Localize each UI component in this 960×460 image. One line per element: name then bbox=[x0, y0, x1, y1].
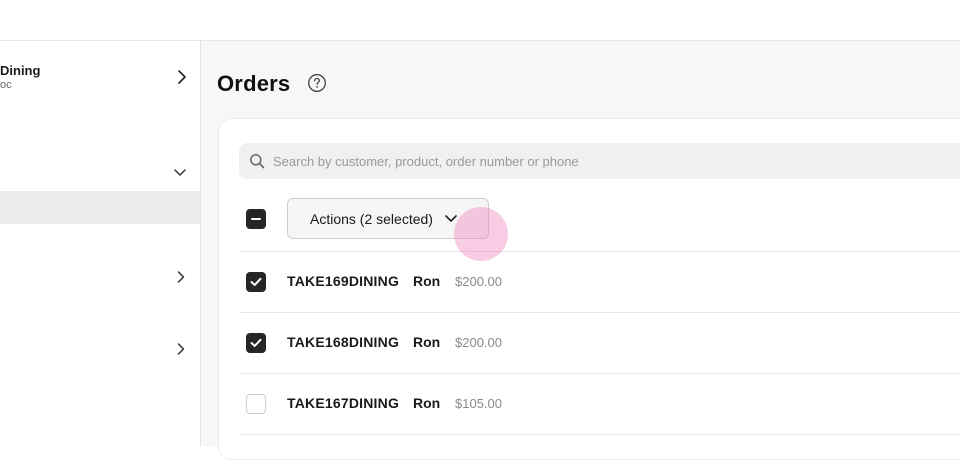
customer-name: Ron bbox=[413, 395, 441, 411]
customer-name: Ron bbox=[413, 334, 441, 350]
actions-label: Actions (2 selected) bbox=[310, 210, 433, 227]
orders-card: Actions (2 selected) TAKE169DINING Ron $… bbox=[218, 118, 960, 460]
customer-name: Ron bbox=[413, 273, 441, 289]
check-icon bbox=[250, 338, 262, 348]
select-all-checkbox[interactable] bbox=[246, 209, 266, 229]
order-amount: $200.00 bbox=[455, 335, 502, 350]
order-row[interactable]: TAKE167DINING Ron $105.00 bbox=[239, 374, 960, 434]
order-number[interactable]: TAKE169DINING bbox=[287, 273, 399, 289]
row-checkbox[interactable] bbox=[246, 333, 266, 353]
top-bar bbox=[0, 0, 960, 41]
sidebar-item-orders[interactable] bbox=[0, 191, 200, 224]
order-amount: $200.00 bbox=[455, 274, 502, 289]
chevron-down-icon bbox=[445, 214, 457, 223]
chevron-down-icon[interactable] bbox=[170, 163, 190, 183]
sidebar: Dining oc bbox=[0, 41, 201, 446]
order-amount: $105.00 bbox=[455, 396, 502, 411]
row-checkbox[interactable] bbox=[246, 272, 266, 292]
divider bbox=[239, 434, 960, 435]
search-input[interactable] bbox=[273, 143, 873, 179]
chevron-right-icon[interactable] bbox=[171, 267, 191, 287]
page-title: Orders bbox=[217, 71, 291, 96]
store-name: Dining bbox=[0, 63, 41, 78]
main-content: Orders Actions (2 selected) bbox=[201, 41, 960, 460]
order-row[interactable]: TAKE168DINING Ron $200.00 bbox=[239, 313, 960, 373]
row-checkbox[interactable] bbox=[246, 394, 266, 414]
check-icon bbox=[250, 277, 262, 287]
search-icon bbox=[249, 153, 265, 169]
store-subtitle: oc bbox=[0, 79, 12, 91]
search-bar[interactable] bbox=[239, 143, 960, 179]
order-number[interactable]: TAKE167DINING bbox=[287, 395, 399, 411]
order-number[interactable]: TAKE168DINING bbox=[287, 334, 399, 350]
order-row[interactable]: TAKE169DINING Ron $200.00 bbox=[239, 252, 960, 312]
minus-icon bbox=[250, 213, 262, 225]
chevron-right-icon[interactable] bbox=[171, 339, 191, 359]
actions-dropdown-button[interactable]: Actions (2 selected) bbox=[287, 198, 489, 239]
chevron-right-icon[interactable] bbox=[172, 67, 192, 87]
help-icon[interactable] bbox=[307, 73, 327, 93]
